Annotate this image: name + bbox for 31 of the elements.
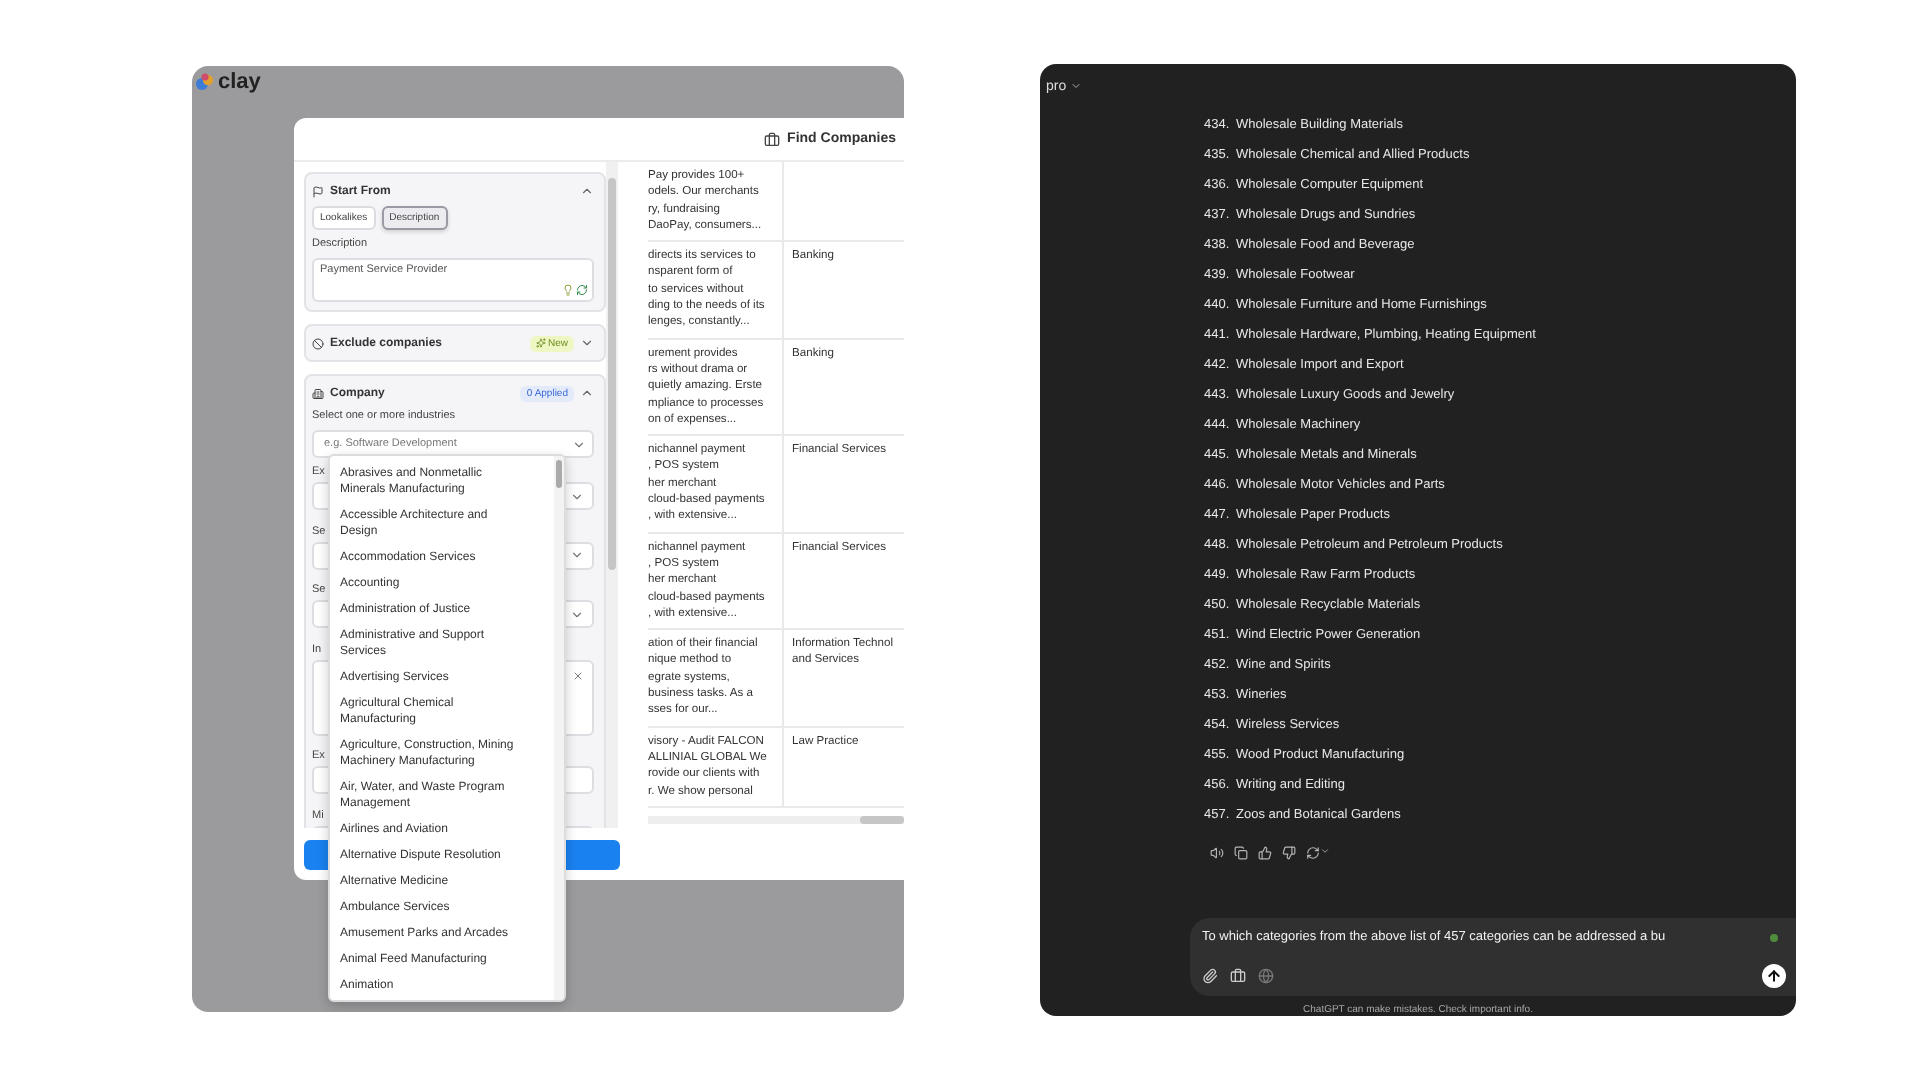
lightbulb-icon[interactable] [562, 284, 574, 296]
building-icon [312, 387, 324, 399]
send-button[interactable] [1762, 964, 1786, 988]
logo-text: clay [218, 72, 261, 94]
briefcase-icon[interactable] [1230, 968, 1246, 984]
chevron-up-icon[interactable] [580, 184, 594, 198]
globe-icon[interactable] [1258, 968, 1274, 984]
chevron-down-icon [570, 548, 584, 562]
sparkle-icon [535, 338, 546, 348]
thumbs-up-icon[interactable] [1258, 846, 1272, 861]
briefcase-icon [763, 131, 780, 147]
clay-logo-icon [196, 72, 214, 92]
chevron-down-icon [570, 489, 584, 503]
chevron-down-icon [1070, 80, 1083, 92]
chevron-up-icon[interactable] [580, 386, 594, 400]
refresh-icon[interactable] [576, 284, 588, 296]
status-dot-icon [1770, 933, 1778, 942]
scrollbar[interactable] [554, 456, 564, 1000]
chevron-down-icon[interactable] [580, 336, 594, 350]
close-icon[interactable] [572, 669, 584, 681]
speaker-icon[interactable] [1210, 846, 1224, 861]
chevron-down-icon [572, 437, 586, 451]
block-icon [312, 337, 324, 349]
paperclip-icon[interactable] [1202, 968, 1218, 984]
thumbs-down-icon[interactable] [1282, 846, 1296, 861]
copy-icon[interactable] [1234, 846, 1248, 861]
flag-icon [312, 185, 324, 197]
chevron-down-icon [570, 607, 584, 621]
regenerate-icon[interactable] [1306, 846, 1330, 861]
scrollbar[interactable] [606, 162, 618, 828]
arrow-up-icon [1766, 968, 1782, 984]
